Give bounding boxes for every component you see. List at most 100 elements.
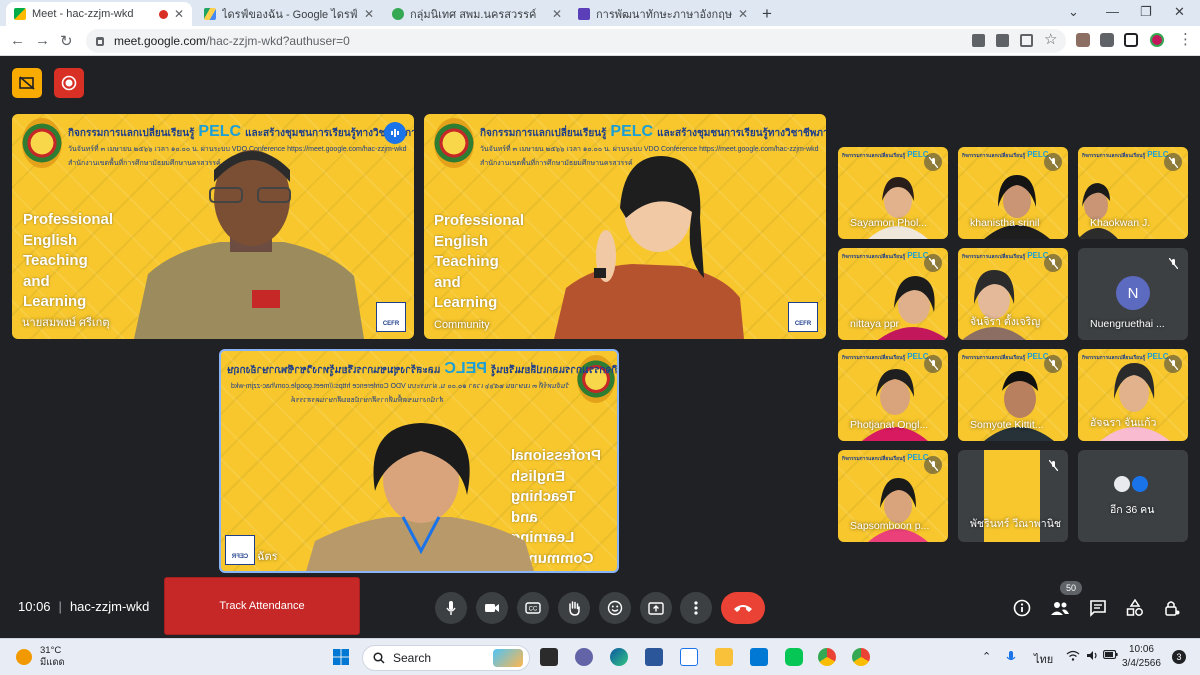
participant-tile[interactable]: กิจกรรมการแลกเปลี่ยนเรียนรู้ PELC Sayamon… bbox=[838, 147, 948, 239]
taskbar-search-input[interactable]: Search bbox=[362, 645, 530, 671]
video-tile-presenter-1[interactable]: กิจกรรมการแลกเปลี่ยนเรียนรู้ PELC และสร้าง… bbox=[12, 114, 414, 339]
present-screen-button[interactable] bbox=[640, 592, 672, 624]
avatar bbox=[1130, 474, 1150, 494]
weather-widget[interactable]: 31°C มีแดด bbox=[16, 645, 65, 669]
banner-title-right: และสร้างชุมชนการเรียนรู้ทางวิชาชีพภาษาอั… bbox=[227, 365, 441, 376]
participant-name: Nuengruethai ... bbox=[1090, 318, 1165, 330]
participant-video-person bbox=[306, 423, 534, 571]
chat-button[interactable] bbox=[1087, 597, 1109, 619]
app-l-icon[interactable] bbox=[680, 648, 698, 666]
participant-tile[interactable]: กิจกรรมการแลกเปลี่ยนเรียนรู้ PELC Somyote… bbox=[958, 349, 1068, 441]
captions-button[interactable]: CC bbox=[517, 592, 549, 624]
word-icon[interactable] bbox=[645, 648, 663, 666]
people-count-badge: 50 bbox=[1060, 581, 1082, 595]
close-tab-icon[interactable]: ✕ bbox=[552, 7, 562, 21]
banner-title: กิจกรรมการแลกเปลี่ยนเรียนรู้ PELC bbox=[962, 251, 1051, 261]
chrome-profile-icon[interactable] bbox=[852, 648, 870, 666]
activities-button[interactable] bbox=[1124, 597, 1146, 619]
tab-title: ไดรฟ์ของฉัน - Google ไดรฟ์ bbox=[222, 9, 358, 21]
participant-tile[interactable]: กิจกรรมการแลกเปลี่ยนเรียนรู้ PELC จันจิรา… bbox=[958, 248, 1068, 340]
video-tile-presenter-2[interactable]: กิจกรรมการแลกเปลี่ยนเรียนรู้ PELC และสร้าง… bbox=[424, 114, 826, 339]
wifi-icon[interactable] bbox=[1066, 650, 1080, 664]
participant-tile[interactable]: กิจกรรมการแลกเปลี่ยนเรียนรู้ PELC khanist… bbox=[958, 147, 1068, 239]
reactions-button[interactable] bbox=[599, 592, 631, 624]
clock-time: 10:06 bbox=[1128, 644, 1154, 655]
camera-blocked-icon[interactable] bbox=[972, 34, 985, 47]
participant-tile[interactable]: กิจกรรมการแลกเปลี่ยนเรียนรู้ PELC Photjan… bbox=[838, 349, 948, 441]
raise-hand-button[interactable] bbox=[558, 592, 590, 624]
translate-icon[interactable] bbox=[996, 34, 1009, 47]
more-options-button[interactable] bbox=[680, 592, 712, 624]
meeting-details-button[interactable] bbox=[1011, 597, 1033, 619]
url-field[interactable]: meet.google.com/hac-zzjm-wkd?authuser=0 bbox=[86, 29, 1066, 53]
people-button[interactable] bbox=[1049, 597, 1071, 619]
close-tab-icon[interactable]: ✕ bbox=[364, 7, 374, 21]
tab-supervision-group[interactable]: กลุ่มนิเทศ สพม.นครสวรรค์ ✕ bbox=[384, 2, 570, 26]
meet-favicon-icon bbox=[14, 8, 26, 20]
banner-office: สำนักงานเขตพื้นที่การศึกษามัธยมศึกษานครส… bbox=[291, 397, 444, 404]
reload-button[interactable]: ↻ bbox=[60, 32, 73, 50]
recording-button[interactable] bbox=[54, 68, 84, 98]
leave-call-button[interactable] bbox=[721, 592, 765, 624]
banner-title: กิจกรรมการแลกเปลี่ยนเรียนรู้ PELC bbox=[1082, 150, 1171, 160]
tab-search-icon[interactable]: ⌄ bbox=[1068, 4, 1079, 20]
banner-title: กิจกรรมการแลกเปลี่ยนเรียนรู้PELCและสร้าง… bbox=[480, 123, 826, 141]
sun-icon bbox=[16, 649, 32, 665]
participant-tile[interactable]: พัชรินทร์ วีณาพานิช bbox=[958, 450, 1068, 542]
minimize-button[interactable]: — bbox=[1106, 4, 1119, 19]
volume-icon[interactable] bbox=[1086, 650, 1099, 664]
forward-button[interactable]: → bbox=[35, 32, 50, 49]
notification-badge[interactable]: 3 bbox=[1172, 650, 1186, 664]
microphone-button[interactable] bbox=[435, 592, 467, 624]
text-line: English bbox=[23, 231, 78, 249]
share-icon[interactable] bbox=[1020, 34, 1033, 47]
close-tab-icon[interactable]: ✕ bbox=[174, 7, 184, 21]
people-icon bbox=[1051, 602, 1069, 615]
banner-title-left: กิจกรรมการแลกเปลี่ยนเรียนรู้ bbox=[842, 153, 906, 159]
system-clock[interactable]: 10:06 3/4/2566 bbox=[1122, 643, 1161, 671]
close-window-button[interactable]: ✕ bbox=[1174, 4, 1185, 20]
text-line: Professional bbox=[23, 211, 114, 228]
input-language[interactable]: ไทย bbox=[1034, 650, 1053, 668]
edge-browser-icon[interactable] bbox=[610, 648, 628, 666]
tab-drive[interactable]: ไดรฟ์ของฉัน - Google ไดรฟ์ ✕ bbox=[196, 2, 382, 26]
teams-chat-icon[interactable] bbox=[575, 648, 593, 666]
video-tile-presenter-3[interactable]: กิจกรรมการแลกเปลี่ยนเรียนรู้PELCและสร้าง… bbox=[219, 349, 619, 573]
microphone-tray-icon[interactable] bbox=[1006, 650, 1016, 667]
bookmark-star-icon[interactable]: ☆ bbox=[1044, 30, 1057, 48]
banner-pelc: PELC bbox=[610, 123, 654, 140]
new-tab-button[interactable]: + bbox=[762, 4, 772, 24]
site-favicon-icon bbox=[392, 8, 404, 20]
line-app-icon[interactable] bbox=[785, 648, 803, 666]
track-attendance-button[interactable]: Track Attendance bbox=[164, 577, 360, 635]
profile-avatar[interactable] bbox=[1150, 33, 1164, 47]
chrome-menu-icon[interactable]: ⋮ bbox=[1178, 30, 1193, 48]
chrome-icon[interactable] bbox=[818, 648, 836, 666]
extensions-puzzle-icon[interactable] bbox=[1100, 33, 1114, 47]
more-participants-tile[interactable]: อีก 36 คน bbox=[1078, 450, 1188, 542]
task-view-icon[interactable] bbox=[540, 648, 558, 666]
avatar bbox=[1112, 474, 1132, 494]
windows-start-icon[interactable] bbox=[332, 648, 350, 666]
participant-tile[interactable]: กิจกรรมการแลกเปลี่ยนเรียนรู้ PELC Sapsomb… bbox=[838, 450, 948, 542]
show-hidden-icons[interactable]: ⌃ bbox=[982, 650, 991, 663]
participant-tile[interactable]: กิจกรรมการแลกเปลี่ยนเรียนรู้ PELC nittaya… bbox=[838, 248, 948, 340]
participant-tile[interactable]: กิจกรรมการแลกเปลี่ยนเรียนรู้ PELC Khaokwa… bbox=[1078, 147, 1188, 239]
host-controls-button[interactable] bbox=[1161, 597, 1183, 619]
back-button[interactable]: ← bbox=[10, 32, 25, 49]
close-tab-icon[interactable]: ✕ bbox=[738, 7, 748, 21]
meeting-time: 10:06 bbox=[18, 599, 51, 614]
camera-button[interactable] bbox=[476, 592, 508, 624]
mail-icon[interactable] bbox=[750, 648, 768, 666]
battery-icon[interactable] bbox=[1103, 650, 1118, 662]
search-highlight-image bbox=[493, 649, 523, 667]
tab-english-forms[interactable]: การพัฒนาทักษะภาษาอังกฤษ English ✕ bbox=[570, 2, 756, 26]
captions-extension-button[interactable] bbox=[12, 68, 42, 98]
participant-tile[interactable]: N Nuengruethai ... bbox=[1078, 248, 1188, 340]
restore-button[interactable]: ❐ bbox=[1140, 4, 1152, 20]
tab-meet[interactable]: Meet - hac-zzjm-wkd ✕ bbox=[6, 2, 192, 26]
side-panel-icon[interactable] bbox=[1124, 33, 1138, 47]
extension-icon[interactable] bbox=[1076, 33, 1090, 47]
file-explorer-icon[interactable] bbox=[715, 648, 733, 666]
participant-tile[interactable]: กิจกรรมการแลกเปลี่ยนเรียนรู้ PELC อัจฉรา … bbox=[1078, 349, 1188, 441]
